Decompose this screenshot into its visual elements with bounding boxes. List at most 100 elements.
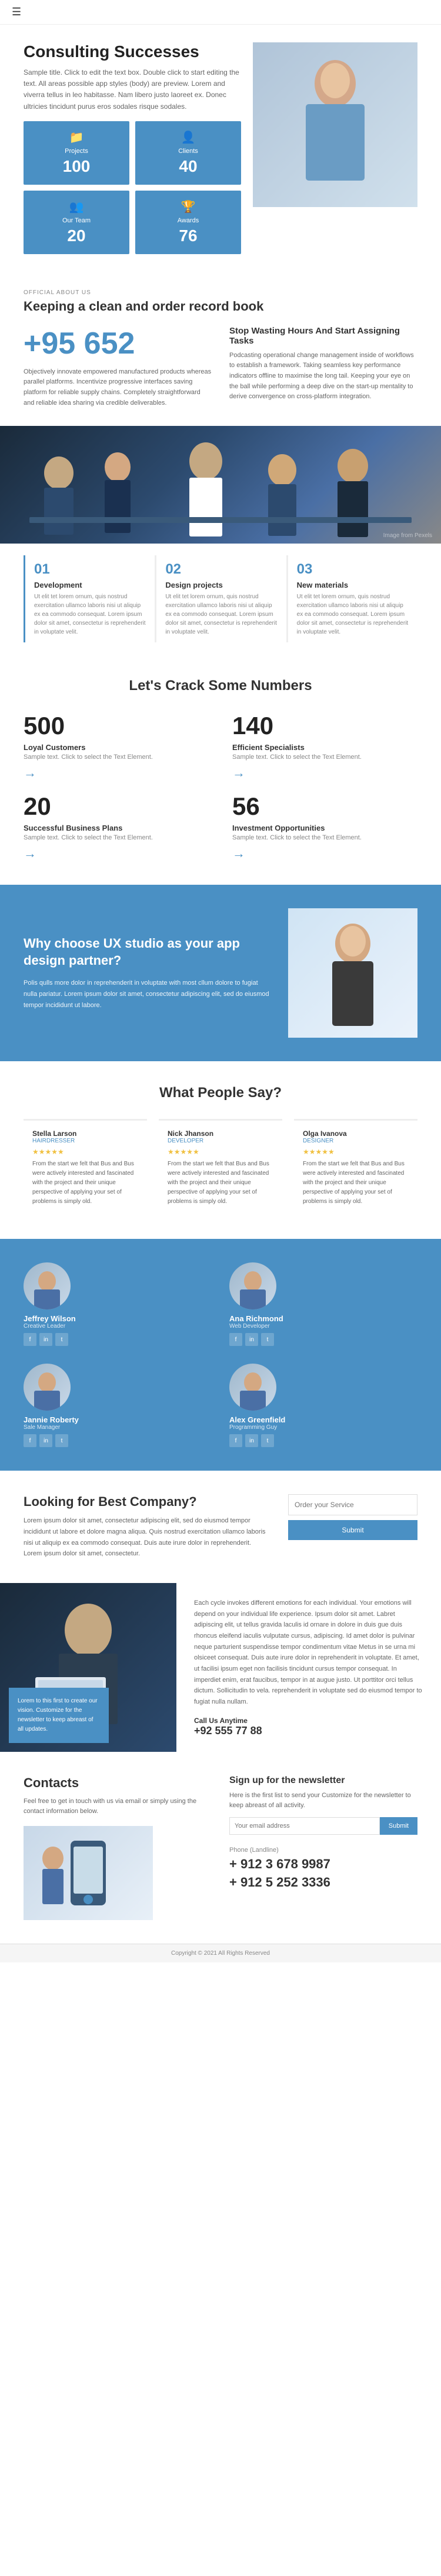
- member-title: Programming Guy: [229, 1424, 277, 1431]
- stat-label: Clients: [144, 148, 232, 155]
- record-right-text: Podcasting operational change management…: [229, 351, 417, 402]
- cta-submit-button[interactable]: Submit: [288, 1520, 417, 1540]
- team-banner-illustration: [0, 426, 441, 544]
- record-title: Keeping a clean and order record book: [24, 299, 417, 314]
- number-arrow: →: [24, 765, 209, 781]
- hamburger-icon[interactable]: ☰: [12, 6, 21, 18]
- instagram-icon[interactable]: in: [245, 1434, 258, 1447]
- record-left-text: Objectively innovate empowered manufactu…: [24, 367, 212, 408]
- newsletter-form: Submit: [229, 1817, 417, 1835]
- team-grid: Jeffrey Wilson Creative Leader f in t An…: [24, 1262, 417, 1447]
- stat-number: 40: [144, 157, 232, 176]
- number-label: Efficient Specialists: [232, 743, 417, 752]
- hero-image: [253, 42, 417, 207]
- facebook-icon[interactable]: f: [24, 1333, 36, 1346]
- hero-person-illustration: [288, 42, 382, 207]
- record-right: Stop Wasting Hours And Start Assigning T…: [229, 326, 417, 408]
- phone-number-1: + 912 3 678 9987: [229, 1857, 417, 1872]
- ux-image: [288, 908, 417, 1038]
- instagram-icon[interactable]: in: [39, 1434, 52, 1447]
- number-label: Investment Opportunities: [232, 824, 417, 832]
- cta-input[interactable]: [288, 1494, 417, 1515]
- stat-label: Projects: [32, 148, 121, 155]
- large-image-left: Lorem to this first to create our vision…: [0, 1583, 176, 1752]
- contacts-section: Contacts Feel free to get in touch with …: [0, 1752, 441, 1944]
- twitter-icon[interactable]: t: [261, 1434, 274, 1447]
- testimonial-stars: ★★★★★: [168, 1148, 273, 1156]
- stat-card: 🏆 Awards 76: [135, 191, 241, 254]
- call-us-number: +92 555 77 88: [194, 1725, 423, 1737]
- ux-content: Why choose UX studio as your app design …: [24, 935, 270, 1011]
- testimonial-name: Nick Jhanson: [168, 1129, 273, 1138]
- hero-section: Consulting Successes Sample title. Click…: [0, 25, 441, 272]
- testimonial-stars: ★★★★★: [32, 1148, 138, 1156]
- contacts-title: Contacts: [24, 1775, 212, 1791]
- cta-form: Submit: [288, 1494, 417, 1540]
- dev-text: Ut elit tet lorem ornum, quis nostrud ex…: [297, 592, 409, 636]
- cta-title: Looking for Best Company?: [24, 1494, 270, 1509]
- dev-text: Ut elit tet lorem ornum, quis nostrud ex…: [165, 592, 277, 636]
- social-icons: f in t: [229, 1434, 274, 1447]
- hero-title: Consulting Successes: [24, 42, 241, 61]
- top-navigation: ☰: [0, 0, 441, 25]
- contacts-left-text: Feel free to get in touch with us via em…: [24, 1797, 212, 1817]
- facebook-icon[interactable]: f: [229, 1434, 242, 1447]
- social-icons: f in t: [229, 1333, 274, 1346]
- hero-description: Sample title. Click to edit the text box…: [24, 67, 241, 112]
- stat-icon: 👥: [32, 199, 121, 214]
- team-member: Ana Richmond Web Developer f in t: [229, 1262, 417, 1346]
- cta-content: Looking for Best Company? Lorem ipsum do…: [24, 1494, 270, 1559]
- member-avatar-svg: [24, 1364, 71, 1411]
- dev-number: 01: [34, 561, 146, 578]
- number-desc: Sample text. Click to select the Text El…: [232, 754, 417, 761]
- team-member: Jeffrey Wilson Creative Leader f in t: [24, 1262, 212, 1346]
- ux-text: Polis qulls more dolor in reprehenderit …: [24, 978, 270, 1011]
- stat-card: 👥 Our Team 20: [24, 191, 129, 254]
- ux-person-illustration: [300, 908, 406, 1038]
- testimonial-role: DESIGNER: [303, 1138, 409, 1144]
- record-right-title: Stop Wasting Hours And Start Assigning T…: [229, 326, 417, 346]
- member-avatar-svg: [229, 1262, 276, 1309]
- hero-image-placeholder: [253, 42, 417, 207]
- number-item: 20 Successful Business Plans Sample text…: [24, 792, 209, 861]
- team-banner: Image from Pexels: [0, 426, 441, 544]
- numbers-title: Let's Crack Some Numbers: [24, 678, 417, 694]
- twitter-icon[interactable]: t: [261, 1333, 274, 1346]
- member-photo: [229, 1364, 276, 1411]
- development-item: 03 New materials Ut elit tet lorem ornum…: [286, 555, 417, 642]
- twitter-icon[interactable]: t: [55, 1434, 68, 1447]
- member-name: Alex Greenfield: [229, 1415, 285, 1424]
- stat-label: Our Team: [32, 217, 121, 224]
- twitter-icon[interactable]: t: [55, 1333, 68, 1346]
- testimonial-name: Stella Larson: [32, 1129, 138, 1138]
- facebook-icon[interactable]: f: [229, 1333, 242, 1346]
- dev-number: 02: [165, 561, 277, 578]
- instagram-icon[interactable]: in: [245, 1333, 258, 1346]
- member-avatar-svg: [229, 1364, 276, 1411]
- newsletter-input[interactable]: [229, 1817, 380, 1835]
- dev-number: 03: [297, 561, 409, 578]
- team-section: Jeffrey Wilson Creative Leader f in t An…: [0, 1239, 441, 1471]
- newsletter-title: Sign up for the newsletter: [229, 1775, 417, 1786]
- newsletter-submit-button[interactable]: Submit: [380, 1817, 417, 1835]
- ux-section: Why choose UX studio as your app design …: [0, 885, 441, 1061]
- member-photo: [24, 1262, 71, 1309]
- team-member: Jannie Roberty Sale Manager f in t: [24, 1364, 212, 1447]
- big-number: +95 652: [24, 326, 212, 361]
- contacts-svg: [29, 1829, 147, 1917]
- number-item: 140 Efficient Specialists Sample text. C…: [232, 712, 417, 781]
- member-photo: [229, 1262, 276, 1309]
- stats-grid: 📁 Projects 100 👤 Clients 40 👥 Our Team 2…: [24, 121, 241, 254]
- member-photo: [24, 1364, 71, 1411]
- testimonial-text: From the start we felt that Bus and Bus …: [32, 1159, 138, 1207]
- overlay-box: Lorem to this first to create our vision…: [9, 1688, 109, 1743]
- testimonial-text: From the start we felt that Bus and Bus …: [303, 1159, 409, 1207]
- testimonial-card: Nick Jhanson DEVELOPER ★★★★★ From the st…: [159, 1119, 282, 1215]
- stat-icon: 🏆: [144, 199, 232, 214]
- facebook-icon[interactable]: f: [24, 1434, 36, 1447]
- record-left: +95 652 Objectively innovate empowered m…: [24, 326, 212, 408]
- social-icons: f in t: [24, 1333, 68, 1346]
- instagram-icon[interactable]: in: [39, 1333, 52, 1346]
- member-title: Web Developer: [229, 1323, 270, 1329]
- member-name: Ana Richmond: [229, 1314, 283, 1323]
